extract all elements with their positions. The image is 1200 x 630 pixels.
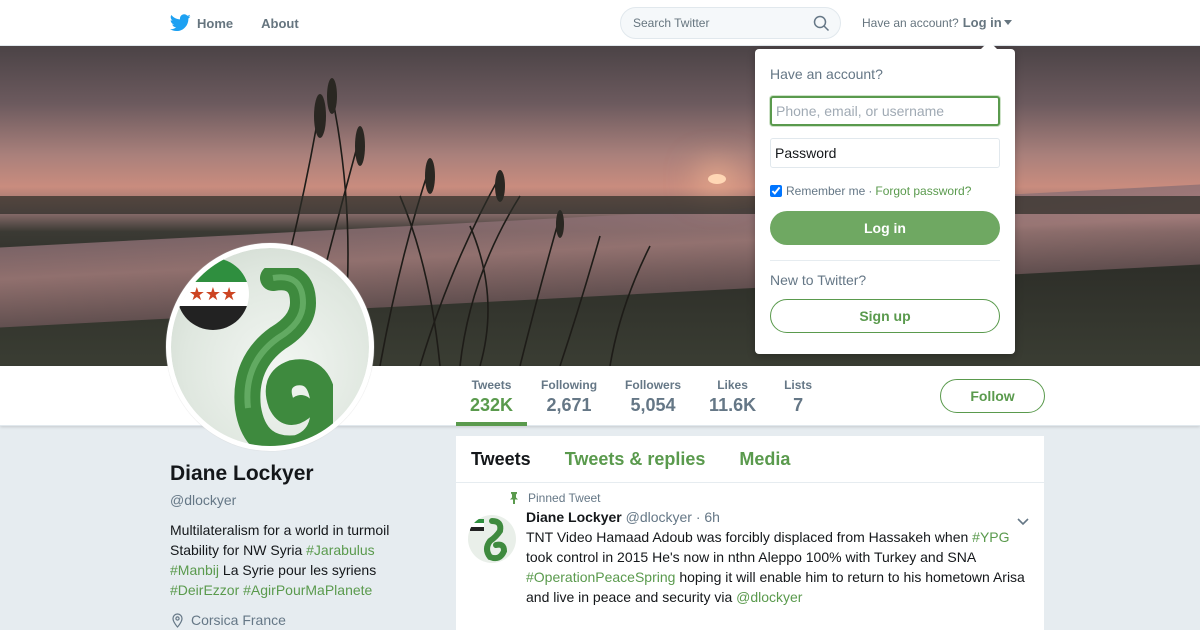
- stat-label: Following: [541, 378, 598, 392]
- have-account-text: Have an account?: [862, 15, 959, 30]
- new-to-twitter-text: New to Twitter?: [770, 272, 867, 288]
- remember-me-checkbox[interactable]: [770, 185, 782, 197]
- tweet-header: Diane Lockyer @dlockyer · 6h: [526, 509, 1029, 525]
- stat-label: Followers: [625, 378, 682, 392]
- stat-value: 11.6K: [709, 395, 757, 415]
- remember-me-label[interactable]: Remember me: [786, 184, 865, 198]
- twitter-bird-icon: [170, 14, 191, 32]
- tab-tweets[interactable]: Tweets: [471, 449, 531, 470]
- stat-lists[interactable]: Lists 7: [770, 366, 826, 426]
- stat-tweets[interactable]: Tweets 232K: [456, 366, 528, 426]
- login-dropdown-title: Have an account?: [770, 66, 883, 82]
- stat-value: 5,054: [630, 395, 676, 415]
- stat-following[interactable]: Following 2,671: [527, 366, 611, 426]
- hashtag-link[interactable]: #Jarabulus: [306, 542, 375, 558]
- tab-tweets-replies[interactable]: Tweets & replies: [565, 449, 706, 470]
- hashtag-link[interactable]: #OperationPeaceSpring: [526, 569, 675, 585]
- tab-media[interactable]: Media: [739, 449, 790, 470]
- pinned-label: Pinned Tweet: [508, 491, 1029, 505]
- nav-about[interactable]: About: [261, 0, 299, 46]
- hashtag-link[interactable]: #DeirEzzor #AgirPourMaPlanete: [170, 582, 372, 598]
- bio-line: Stability for NW Syria #Jarabulus: [170, 540, 430, 560]
- profile-bio-card: Diane Lockyer @dlockyer Multilateralism …: [170, 462, 430, 628]
- mention-link[interactable]: @dlockyer: [736, 589, 802, 605]
- stat-followers[interactable]: Followers 5,054: [611, 366, 695, 426]
- profile-name[interactable]: Diane Lockyer: [170, 462, 430, 486]
- forgot-password-link[interactable]: Forgot password?: [875, 184, 971, 198]
- bio-line: #Manbij La Syrie pour les syriens: [170, 560, 430, 580]
- profile-handle[interactable]: @dlockyer: [170, 492, 430, 508]
- stat-value: 7: [793, 395, 804, 415]
- location-pin-icon: [172, 612, 183, 628]
- bio-line: Multilateralism for a world in turmoil: [170, 522, 390, 538]
- pinned-text: Pinned Tweet: [528, 491, 601, 505]
- timeline-tabs: Tweets Tweets & replies Media: [456, 436, 1044, 483]
- tweet-timestamp[interactable]: · 6h: [696, 509, 720, 525]
- profile-stats: Tweets 232K Following 2,671 Followers 5,…: [456, 366, 826, 426]
- tweet-text: TNT Video Hamaad Adoub was forcibly disp…: [526, 527, 1029, 607]
- hashtag-link[interactable]: #YPG: [972, 529, 1009, 545]
- search-icon[interactable]: [813, 15, 830, 35]
- username-field[interactable]: [770, 96, 1000, 126]
- stat-value: 2,671: [546, 395, 592, 415]
- stat-label: Likes: [717, 378, 748, 392]
- top-navigation-bar: Home About Search Twitter Have an accoun…: [0, 0, 1200, 46]
- dropdown-divider: [770, 260, 1000, 261]
- location-text: Corsica France: [191, 612, 286, 628]
- password-field[interactable]: [770, 138, 1000, 168]
- signup-button[interactable]: Sign up: [770, 299, 1000, 333]
- chevron-down-icon[interactable]: [1016, 517, 1030, 527]
- tweet-text-segment: TNT Video Hamaad Adoub was forcibly disp…: [526, 529, 973, 545]
- account-area: Have an account? Log in: [862, 15, 1012, 30]
- stat-value: 232K: [470, 395, 514, 415]
- avatar-image: ★★★: [171, 248, 369, 446]
- caret-down-icon[interactable]: [1003, 20, 1012, 25]
- nav-about-label: About: [261, 15, 299, 31]
- timeline: Tweets Tweets & replies Media Pinned Twe…: [456, 436, 1044, 630]
- avatar[interactable]: ★★★: [166, 243, 374, 451]
- stat-label: Tweets: [471, 378, 512, 392]
- pinned-tweet[interactable]: Pinned Tweet Diane Lockyer @dlockyer · 6…: [456, 483, 1044, 607]
- primary-nav: Home About: [170, 0, 327, 46]
- separator-dot: ·: [868, 184, 873, 198]
- search-placeholder: Search Twitter: [633, 16, 710, 30]
- profile-location: Corsica France: [170, 612, 430, 628]
- bio-text-segment: La Syrie pour les syriens: [219, 562, 377, 578]
- profile-bio: Multilateralism for a world in turmoil S…: [170, 520, 430, 600]
- bio-text-segment: Stability for NW Syria: [170, 542, 307, 558]
- login-dropdown-toggle[interactable]: Log in: [963, 15, 1002, 30]
- tweet-author-handle[interactable]: @dlockyer: [626, 509, 692, 525]
- nav-home[interactable]: Home: [170, 0, 233, 46]
- hashtag-link[interactable]: #Manbij: [170, 562, 219, 578]
- jade-pendant-image: [234, 268, 333, 446]
- remember-row: Remember me · Forgot password?: [770, 184, 1000, 198]
- pin-icon: [510, 492, 518, 504]
- follow-button[interactable]: Follow: [940, 379, 1045, 413]
- nav-home-label: Home: [197, 15, 234, 31]
- tweet-avatar[interactable]: [468, 515, 516, 563]
- login-button[interactable]: Log in: [770, 211, 1000, 245]
- search-input[interactable]: Search Twitter: [620, 7, 841, 39]
- bio-line: #DeirEzzor #AgirPourMaPlanete: [170, 580, 430, 600]
- stat-label: Lists: [784, 378, 813, 392]
- tweet-text-segment: took control in 2015 He's now in nthn Al…: [526, 549, 976, 565]
- tweet-author-name[interactable]: Diane Lockyer: [526, 509, 622, 525]
- stat-likes[interactable]: Likes 11.6K: [695, 366, 770, 426]
- login-dropdown: Have an account? Remember me · Forgot pa…: [755, 41, 1015, 354]
